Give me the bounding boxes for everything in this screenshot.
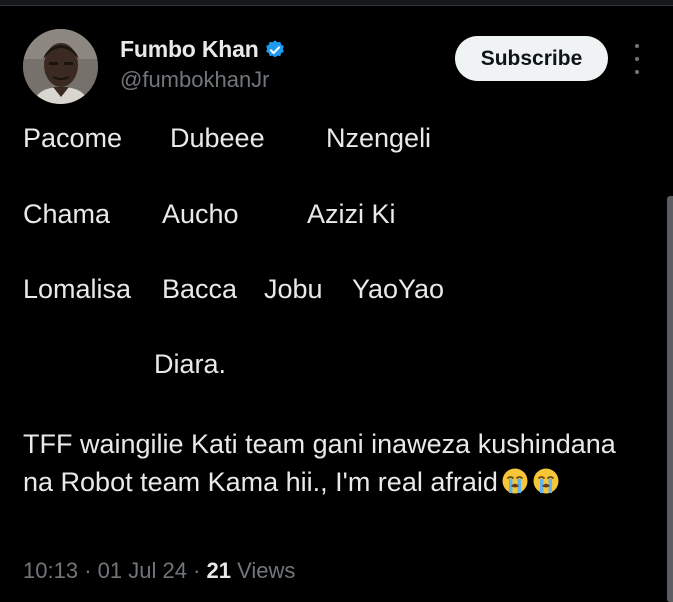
ellipsis-dot — [635, 57, 639, 61]
loudly-crying-face-icon — [532, 467, 560, 495]
views-count: 21 — [206, 558, 231, 583]
player-name: Chama — [23, 199, 111, 229]
loudly-crying-face-icon — [501, 467, 529, 495]
player-name: Jobu — [264, 274, 323, 304]
player-name: Lomalisa — [23, 274, 132, 304]
player-name: Bacca — [162, 274, 238, 304]
player-name: YaoYao — [352, 274, 445, 304]
player-name: Aucho — [162, 199, 239, 229]
tweet-meta: 10:13 · 01 Jul 24 · 21 Views — [23, 558, 295, 584]
player-name: Azizi Ki — [307, 199, 396, 229]
vertical-ellipsis-icon[interactable] — [628, 44, 646, 74]
top-border — [0, 0, 673, 6]
tweet-time[interactable]: 10:13 — [23, 558, 78, 583]
player-name: Dubeee — [170, 123, 265, 153]
verified-badge-icon — [264, 39, 286, 61]
views-label: Views — [237, 558, 296, 583]
player-name: Pacome — [23, 123, 123, 153]
tweet-date[interactable]: 01 Jul 24 — [98, 558, 187, 583]
tweet-paragraph: TFF waingilie Kati team gani inaweza kus… — [23, 425, 643, 501]
avatar[interactable] — [23, 29, 98, 104]
author-display-name[interactable]: Fumbo Khan — [120, 36, 259, 63]
player-name: Nzengeli — [326, 123, 432, 153]
subscribe-button[interactable]: Subscribe — [455, 36, 608, 81]
player-name: Diara. — [154, 349, 227, 379]
meta-separator: · — [84, 558, 92, 583]
author-handle[interactable]: @fumbokhanJr — [120, 67, 270, 93]
ellipsis-dot — [635, 70, 639, 74]
ellipsis-dot — [635, 44, 639, 48]
meta-separator: · — [193, 558, 201, 583]
avatar-image — [23, 29, 98, 104]
author-name-row[interactable]: Fumbo Khan — [120, 36, 286, 63]
scrollbar[interactable] — [667, 196, 673, 602]
